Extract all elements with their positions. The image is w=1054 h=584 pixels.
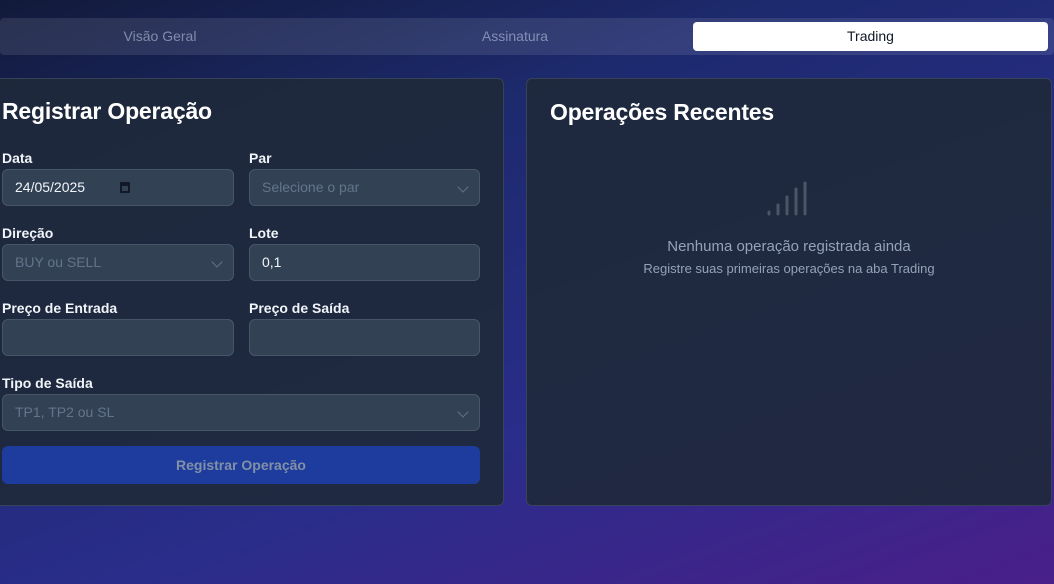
exit-price-input[interactable] (249, 319, 480, 356)
recent-operations-title: Operações Recentes (550, 99, 774, 125)
direction-label: Direção (2, 225, 54, 241)
calendar-icon[interactable] (120, 182, 130, 193)
date-value: 24/05/2025 (15, 179, 86, 195)
chevron-down-icon (457, 406, 469, 418)
lot-label: Lote (249, 225, 279, 241)
direction-select[interactable]: BUY ou SELL (2, 244, 234, 281)
entry-price-label: Preço de Entrada (2, 300, 118, 316)
lot-input[interactable]: 0,1 (249, 244, 480, 281)
exit-type-placeholder: TP1, TP2 ou SL (15, 404, 115, 420)
tab-visao-geral[interactable]: Visão Geral (0, 22, 320, 51)
register-operation-card (0, 78, 504, 506)
register-operation-button[interactable]: Registrar Operação (2, 446, 480, 484)
chevron-down-icon (457, 181, 469, 193)
pair-label: Par (249, 150, 272, 166)
empty-state-subtitle: Registre suas primeiras operações na aba… (643, 261, 935, 276)
direction-placeholder: BUY ou SELL (15, 254, 102, 270)
tab-bar: Visão Geral Assinatura Trading (0, 18, 1054, 55)
signal-bars-icon (767, 181, 807, 216)
entry-price-input[interactable] (2, 319, 234, 356)
date-field[interactable]: 24/05/2025 (2, 169, 234, 206)
exit-type-select[interactable]: TP1, TP2 ou SL (2, 394, 480, 431)
register-operation-title: Registrar Operação (2, 98, 212, 124)
pair-placeholder: Selecione o par (262, 179, 360, 195)
chevron-down-icon (211, 256, 223, 268)
lot-value: 0,1 (262, 254, 282, 270)
tab-trading[interactable]: Trading (693, 22, 1048, 51)
pair-select[interactable]: Selecione o par (249, 169, 480, 206)
tab-assinatura[interactable]: Assinatura (356, 22, 674, 51)
recent-operations-card (526, 78, 1052, 506)
exit-type-label: Tipo de Saída (2, 375, 93, 391)
empty-state-title: Nenhuma operação registrada ainda (667, 238, 911, 255)
date-label: Data (2, 150, 33, 166)
exit-price-label: Preço de Saída (249, 300, 350, 316)
